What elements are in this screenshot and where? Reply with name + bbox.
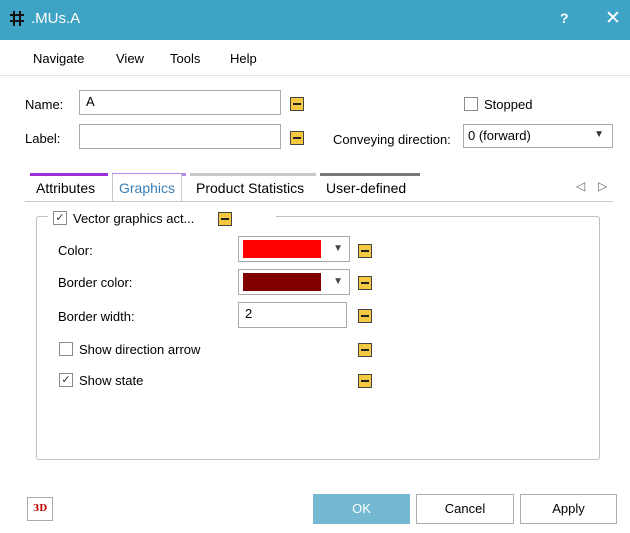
formula-button-name[interactable] (290, 97, 304, 111)
close-button[interactable]: ✕ (600, 7, 626, 30)
formula-button-color[interactable] (358, 244, 372, 258)
menu-view[interactable]: View (116, 51, 144, 66)
tab-attributes[interactable]: Attributes (30, 176, 101, 200)
menu-tools[interactable]: Tools (170, 51, 200, 66)
3d-button[interactable]: 3D (27, 497, 53, 521)
name-input[interactable]: A (79, 90, 281, 115)
border-width-input[interactable]: 2 (238, 302, 347, 328)
show-direction-arrow-checkbox[interactable] (59, 342, 73, 356)
formula-button-label[interactable] (290, 131, 304, 145)
menu-bar: Navigate View Tools Help (0, 40, 630, 76)
border-color-swatch (243, 273, 321, 291)
window-title: .MUs.A (31, 10, 81, 27)
show-state-checkbox[interactable]: ✓ (59, 373, 73, 387)
formula-button-border-width[interactable] (358, 309, 372, 323)
vector-graphics-checkbox[interactable]: ✓ (53, 211, 67, 225)
name-label: Name: (25, 97, 64, 112)
ok-button[interactable]: OK (313, 494, 410, 524)
conveying-direction-label: Conveying direction: (333, 132, 451, 147)
chevron-down-icon: ▼ (594, 129, 604, 140)
border-color-label: Border color: (58, 275, 133, 290)
apply-button[interactable]: Apply (520, 494, 617, 524)
stopped-label: Stopped (484, 97, 533, 112)
tab-user-defined[interactable]: User-defined (320, 176, 412, 200)
tab-prev-icon[interactable]: ◁ (576, 179, 585, 193)
label-label: Label: (25, 131, 61, 146)
title-bar: .MUs.A ? ✕ (0, 0, 630, 40)
tab-product-statistics[interactable]: Product Statistics (190, 176, 310, 200)
color-label: Color: (58, 243, 93, 258)
color-picker[interactable]: ▼ (238, 236, 350, 262)
show-direction-arrow-label: Show direction arrow (79, 342, 201, 357)
chevron-down-icon: ▼ (333, 243, 343, 254)
chevron-down-icon: ▼ (333, 276, 343, 287)
help-button[interactable]: ? (560, 10, 569, 26)
menu-help[interactable]: Help (230, 51, 257, 66)
menu-navigate[interactable]: Navigate (33, 51, 84, 66)
tab-graphics[interactable]: Graphics (112, 174, 183, 202)
label-input[interactable] (79, 124, 281, 149)
border-width-label: Border width: (58, 309, 135, 324)
vector-graphics-label: Vector graphics act... (73, 211, 195, 226)
cancel-button[interactable]: Cancel (416, 494, 514, 524)
tab-next-icon[interactable]: ▷ (598, 179, 607, 193)
color-swatch (243, 240, 321, 258)
show-state-label: Show state (79, 373, 144, 388)
conveying-direction-value: 0 (forward) (468, 128, 531, 143)
formula-button-show-state[interactable] (358, 374, 372, 388)
border-color-picker[interactable]: ▼ (238, 269, 350, 295)
grid-icon (9, 10, 25, 27)
formula-button-vector[interactable] (218, 212, 232, 226)
formula-button-direction-arrow[interactable] (358, 343, 372, 357)
conveying-direction-select[interactable]: 0 (forward) ▼ (463, 124, 613, 148)
formula-button-border-color[interactable] (358, 276, 372, 290)
stopped-checkbox[interactable] (464, 97, 478, 111)
